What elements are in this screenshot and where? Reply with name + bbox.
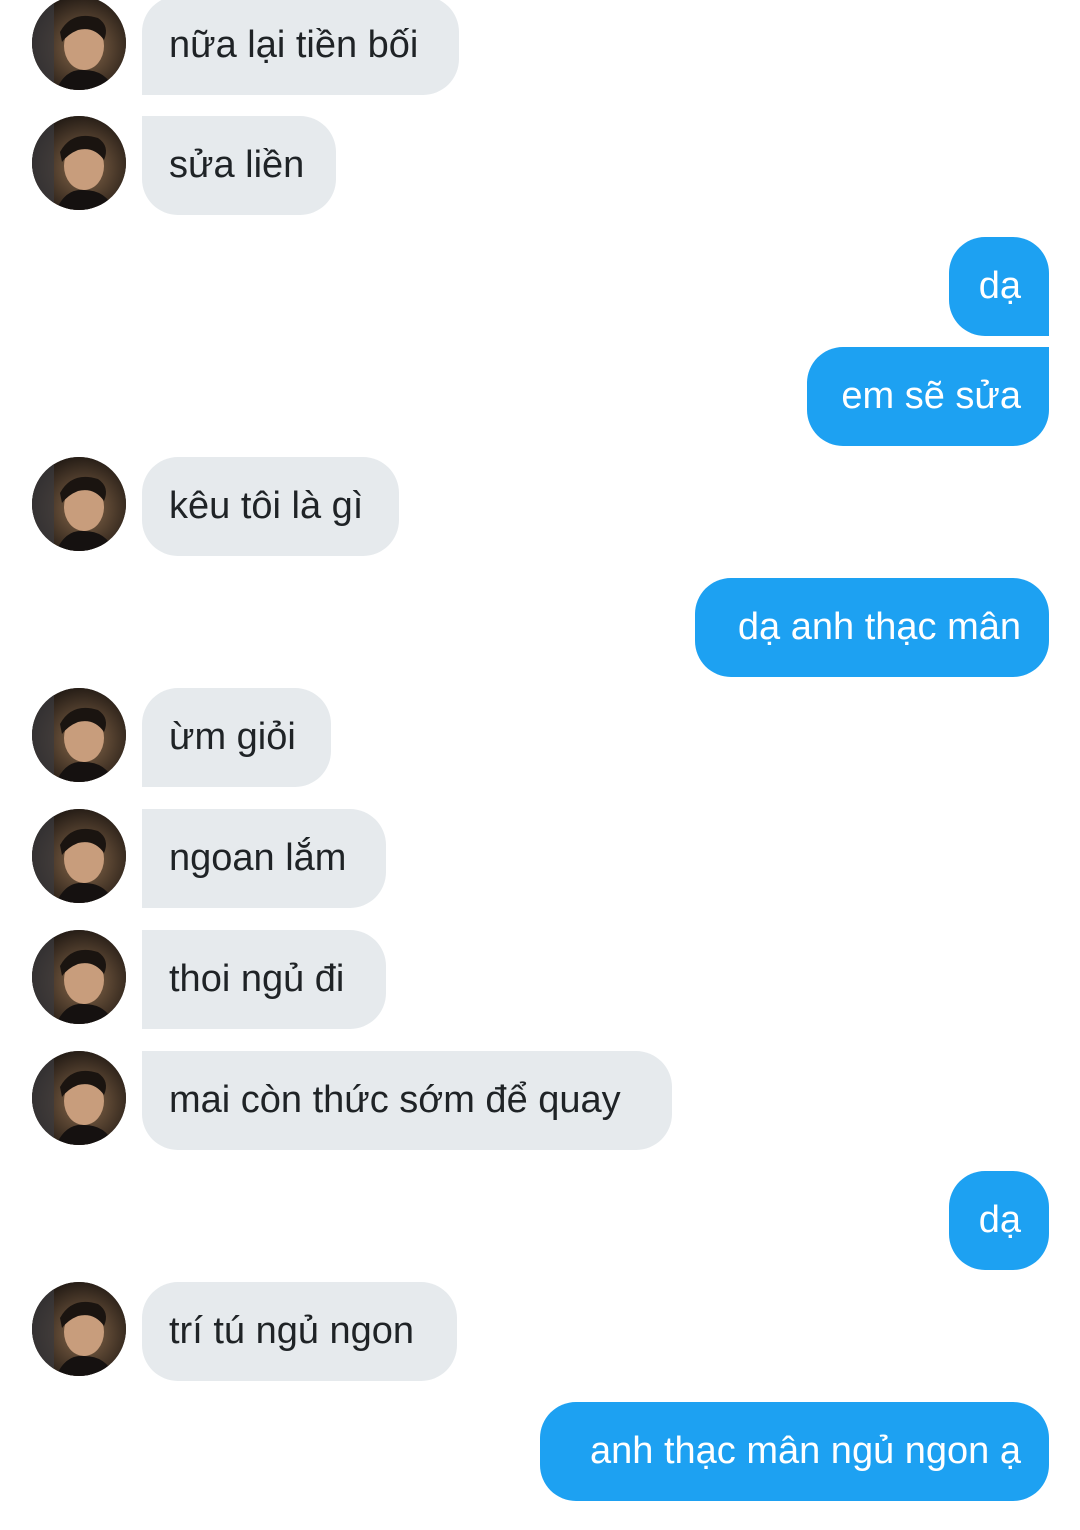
sender-avatar-icon[interactable]	[32, 116, 126, 210]
sender-avatar-icon[interactable]	[32, 1282, 126, 1376]
outgoing-message-bubble[interactable]: dạ	[949, 237, 1049, 336]
outgoing-message-bubble[interactable]: em sẽ sửa	[807, 347, 1049, 446]
sender-avatar-icon[interactable]	[32, 930, 126, 1024]
incoming-message-bubble[interactable]: ừm giỏi	[142, 688, 331, 787]
sender-avatar-icon[interactable]	[32, 0, 126, 90]
sender-avatar-icon[interactable]	[32, 809, 126, 903]
incoming-message-bubble[interactable]: kêu tôi là gì	[142, 457, 399, 556]
incoming-message-bubble[interactable]: sửa liền	[142, 116, 336, 215]
outgoing-message-bubble[interactable]: anh thạc mân ngủ ngon ạ	[540, 1402, 1049, 1501]
conversation-thread[interactable]: nữa lại tiền bối sửa liền dạ em sẽ sửa kêu t…	[0, 0, 1080, 1530]
sender-avatar-icon[interactable]	[32, 688, 126, 782]
sender-avatar-icon[interactable]	[32, 457, 126, 551]
incoming-message-bubble[interactable]: mai còn thức sớm để quay	[142, 1051, 672, 1150]
incoming-message-bubble[interactable]: nữa lại tiền bối	[142, 0, 459, 95]
incoming-message-bubble[interactable]: ngoan lắm	[142, 809, 386, 908]
incoming-message-bubble[interactable]: trí tú ngủ ngon	[142, 1282, 457, 1381]
outgoing-message-bubble[interactable]: dạ	[949, 1171, 1049, 1270]
sender-avatar-icon[interactable]	[32, 1051, 126, 1145]
outgoing-message-bubble[interactable]: dạ anh thạc mân	[695, 578, 1049, 677]
incoming-message-bubble[interactable]: thoi ngủ đi	[142, 930, 386, 1029]
